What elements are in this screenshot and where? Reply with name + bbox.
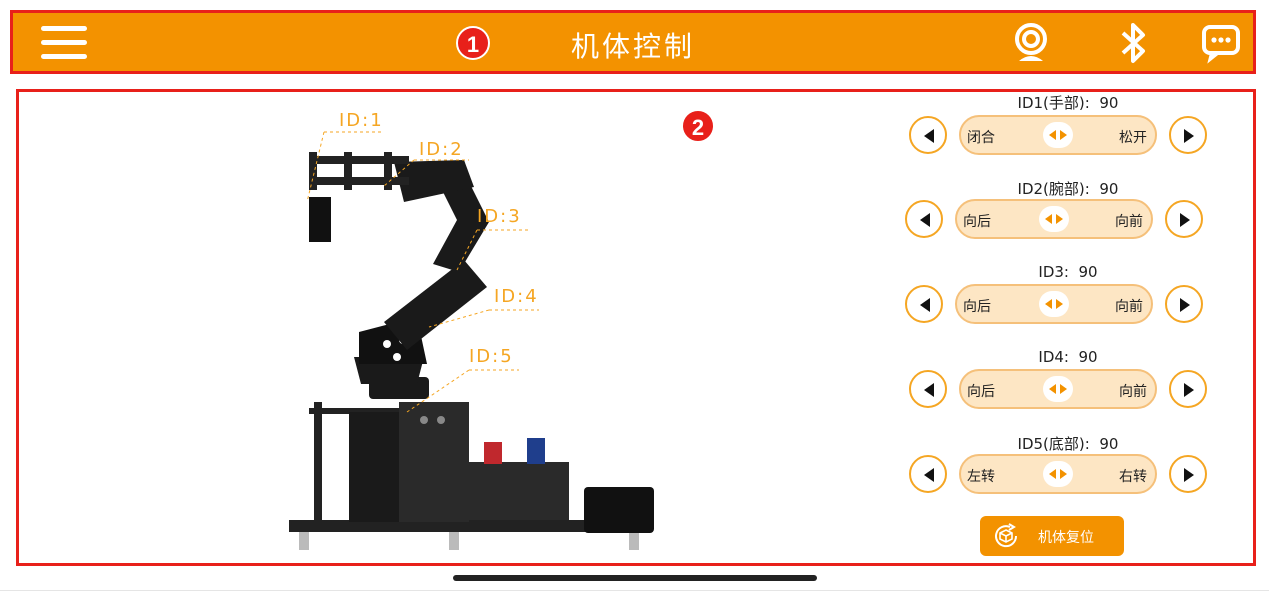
main-panel: 2 ID:1 ID:2 ID:3 ID:4 ID:5 ID1(手部): 90 闭… bbox=[16, 89, 1256, 566]
id2-slider[interactable]: 向后 向前 bbox=[955, 199, 1153, 239]
id-label-5: ID:5 bbox=[469, 346, 514, 367]
servo-label-id2: ID2(腕部): 90 bbox=[1017, 180, 1119, 198]
id2-slider-knob[interactable] bbox=[1039, 206, 1069, 232]
bottom-divider bbox=[0, 590, 1269, 591]
webcam-icon[interactable] bbox=[1007, 19, 1055, 67]
id-label-2: ID:2 bbox=[419, 139, 464, 160]
servo-controls: ID1(手部): 90 闭合 松开 ID2(腕部): 90 向后 向前 ID3:… bbox=[903, 92, 1233, 562]
id-label-3: ID:3 bbox=[477, 206, 522, 227]
home-indicator[interactable] bbox=[453, 575, 817, 581]
servo-label-id3: ID3: 90 bbox=[1038, 263, 1098, 281]
id3-slider[interactable]: 向后 向前 bbox=[955, 284, 1153, 324]
id2-right-arrow-button[interactable] bbox=[1165, 200, 1203, 238]
top-bar: 1 机体控制 bbox=[10, 10, 1256, 74]
id5-slider-knob[interactable] bbox=[1043, 461, 1073, 487]
id5-left-arrow-button[interactable] bbox=[909, 455, 947, 493]
id-label-1: ID:1 bbox=[339, 110, 384, 131]
id1-slider-knob[interactable] bbox=[1043, 122, 1073, 148]
id1-left-arrow-button[interactable] bbox=[909, 116, 947, 154]
id5-right-arrow-button[interactable] bbox=[1169, 455, 1207, 493]
id1-right-arrow-button[interactable] bbox=[1169, 116, 1207, 154]
id4-slider[interactable]: 向后 向前 bbox=[959, 369, 1157, 409]
reset-cube-icon bbox=[995, 523, 1018, 548]
id2-left-arrow-button[interactable] bbox=[905, 200, 943, 238]
id4-right-arrow-button[interactable] bbox=[1169, 370, 1207, 408]
id5-slider[interactable]: 左转 右转 bbox=[959, 454, 1157, 494]
id4-left-arrow-button[interactable] bbox=[909, 370, 947, 408]
servo-label-id4: ID4: 90 bbox=[1038, 348, 1098, 366]
id3-right-arrow-button[interactable] bbox=[1165, 285, 1203, 323]
servo-label-id5: ID5(底部): 90 bbox=[1017, 435, 1119, 453]
robot-arm-illustration: ID:1 ID:2 ID:3 ID:4 ID:5 bbox=[189, 102, 689, 562]
id3-slider-knob[interactable] bbox=[1039, 291, 1069, 317]
id1-slider[interactable]: 闭合 松开 bbox=[959, 115, 1157, 155]
id4-slider-knob[interactable] bbox=[1043, 376, 1073, 402]
servo-label-id1: ID1(手部): 90 bbox=[1017, 94, 1119, 112]
bluetooth-icon[interactable] bbox=[1109, 19, 1157, 67]
id3-left-arrow-button[interactable] bbox=[905, 285, 943, 323]
id-label-4: ID:4 bbox=[494, 286, 539, 307]
chat-icon[interactable] bbox=[1197, 19, 1245, 67]
page-title: 机体控制 bbox=[570, 30, 695, 63]
reset-body-button[interactable]: 机体复位 bbox=[980, 516, 1124, 556]
